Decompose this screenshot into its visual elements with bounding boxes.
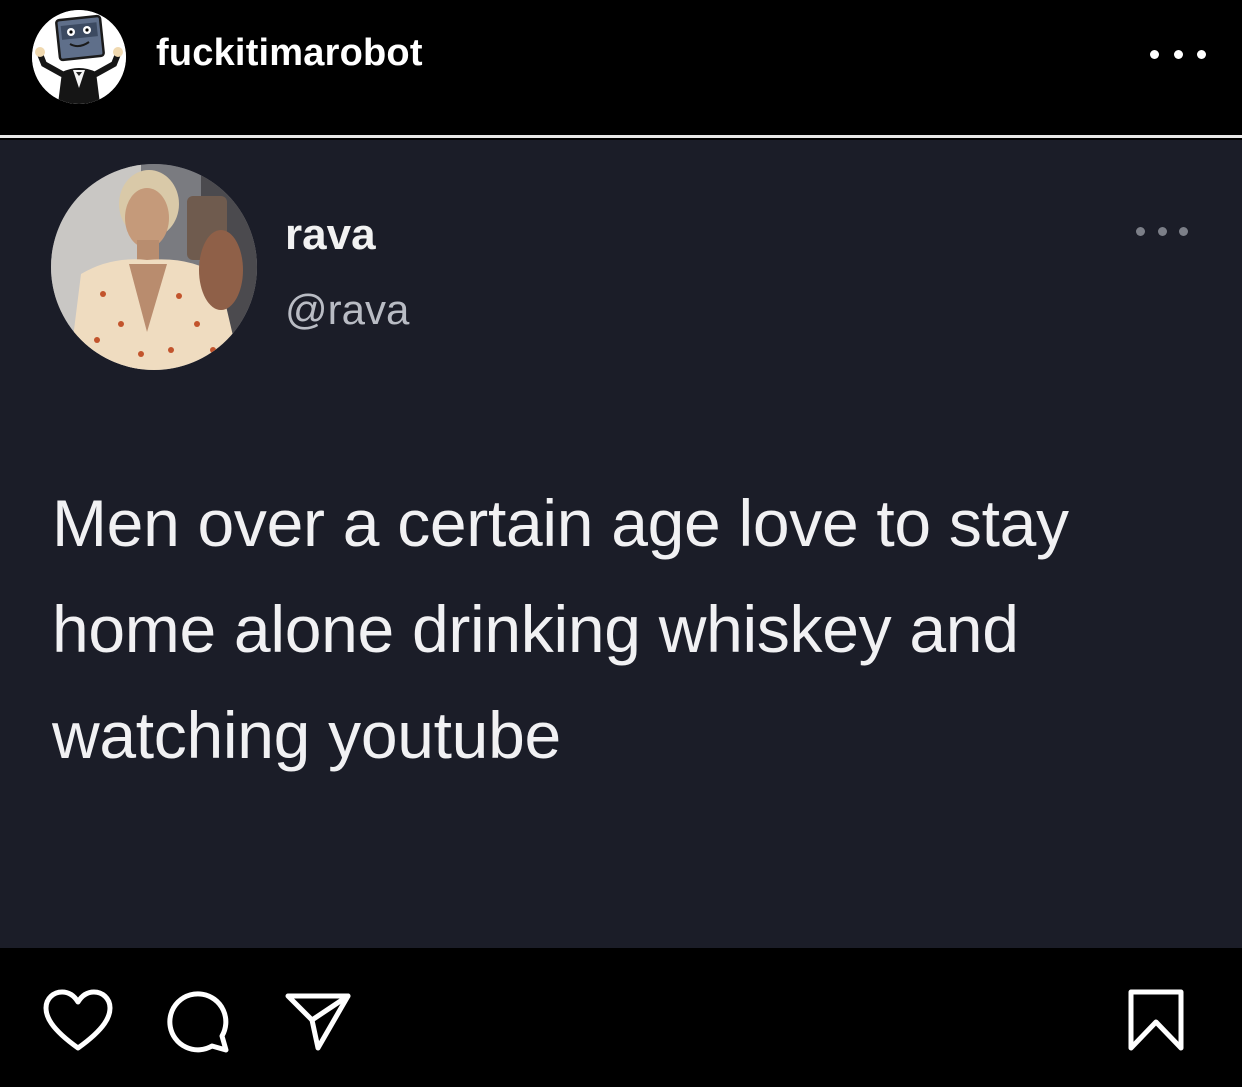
more-options-icon[interactable]	[1146, 36, 1210, 72]
tweet-text: Men over a certain age love to stay home…	[52, 486, 1069, 772]
bookmark-icon[interactable]	[1126, 988, 1186, 1052]
post-author-username[interactable]: fuckitimarobot	[156, 32, 423, 75]
send-icon[interactable]	[284, 990, 354, 1054]
robot-mascot-avatar-icon	[32, 10, 126, 104]
post-image: rava @rava Men over a certain age love t…	[0, 140, 1242, 948]
tweet-author-name: rava	[285, 210, 376, 259]
comment-icon[interactable]	[164, 988, 234, 1054]
dot	[1136, 226, 1145, 236]
dot	[1179, 226, 1188, 236]
post-action-bar	[0, 948, 1242, 1087]
profile-photo-icon	[51, 164, 257, 370]
tweet-more-options-icon	[1136, 222, 1188, 240]
heart-icon[interactable]	[42, 988, 114, 1054]
dot	[1150, 49, 1159, 59]
dot	[1173, 49, 1183, 59]
dot	[1157, 226, 1167, 236]
header-divider	[0, 135, 1242, 138]
tweet-author-avatar	[51, 164, 257, 370]
dot	[1197, 49, 1206, 59]
tweet-author-handle: @rava	[285, 286, 410, 333]
post-author-avatar[interactable]	[32, 10, 126, 104]
post-header: fuckitimarobot	[0, 0, 1242, 136]
